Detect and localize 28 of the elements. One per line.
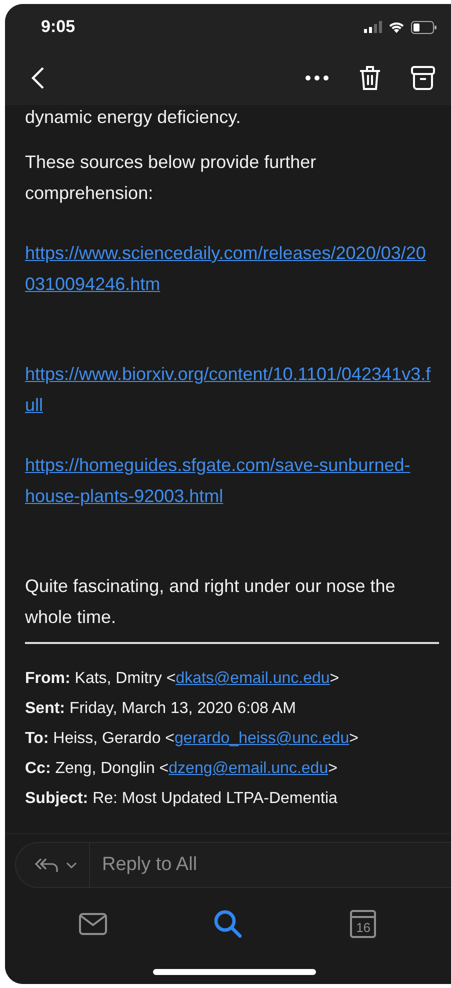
trash-icon	[359, 64, 381, 90]
more-icon	[305, 74, 329, 80]
header-line: Subject: Re: Most Updated LTPA-Dementia	[25, 789, 338, 809]
email-link[interactable]: gerardo_heiss@unc.edu	[174, 730, 350, 747]
status-time: 9:05	[41, 17, 76, 37]
header-line: Cc: Zeng, Donglin <dzeng@email.unc.edu>	[25, 759, 338, 779]
link[interactable]: https://www.biorxiv.org/content/10.1101/042341v3.full	[25, 359, 439, 420]
signal-icon	[364, 21, 382, 33]
body-text: Quite fascinating, and right under our nose the whole time.	[25, 575, 396, 628]
mail-icon	[78, 913, 107, 935]
search-icon	[212, 909, 243, 939]
body-text: dynamic energy deficiency.	[25, 106, 242, 129]
calendar-tab[interactable]: 16	[333, 904, 394, 944]
body-text: These sources below provide further comprehension:	[25, 151, 318, 205]
header-line: Sent: Friday, March 13, 2020 6:08 AM	[25, 699, 297, 719]
link[interactable]: https://homeguides.sfgate.com/save-sunburned-house-plants-92003.html	[25, 450, 439, 511]
link[interactable]: https://www.sciencedaily.com/releases/2020/03/200310094246.htm	[25, 238, 439, 299]
back-icon	[31, 66, 45, 90]
header-line: From: Kats, Dmitry <dkats@email.unc.edu>	[25, 669, 340, 689]
email-link[interactable]: dzeng@email.unc.edu	[168, 760, 328, 777]
reply-all-button[interactable]: Reply to All	[15, 842, 451, 888]
header-line: To: Heiss, Gerardo <gerardo_heiss@unc.edu>	[25, 729, 360, 749]
email-link[interactable]: dkats@email.unc.edu	[176, 670, 330, 687]
battery-icon	[411, 20, 437, 34]
reply-all-icon	[34, 856, 60, 874]
caret-icon	[66, 862, 77, 868]
wifi-icon	[388, 21, 405, 33]
archive-icon	[411, 66, 435, 90]
